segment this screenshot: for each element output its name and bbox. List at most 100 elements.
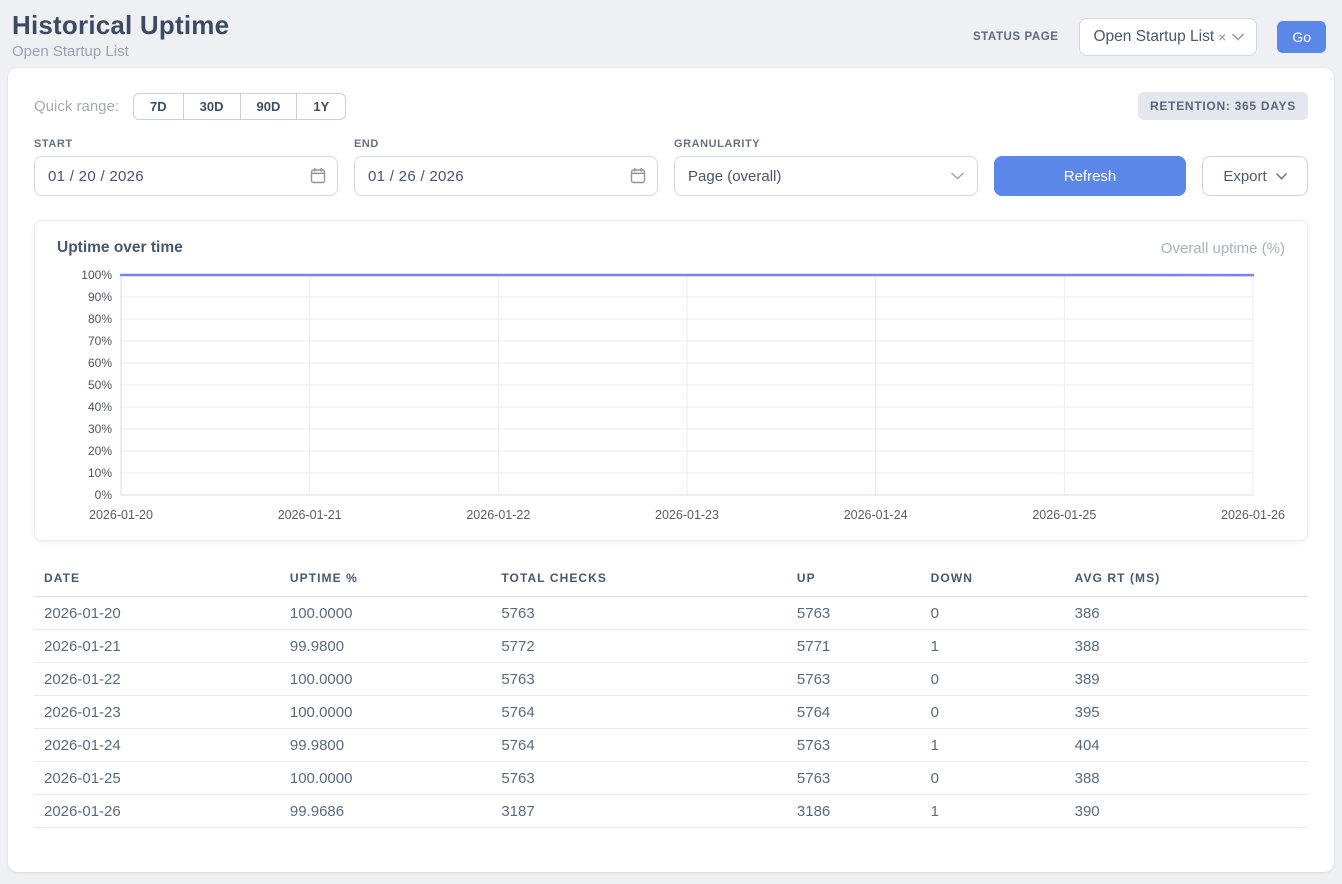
table-cell: 100.0000: [280, 663, 491, 696]
refresh-button[interactable]: Refresh: [994, 156, 1186, 196]
uptime-table: DATEUPTIME %TOTAL CHECKSUPDOWNAVG RT (MS…: [34, 565, 1308, 828]
svg-text:2026-01-20: 2026-01-20: [89, 508, 153, 522]
svg-text:2026-01-24: 2026-01-24: [844, 508, 908, 522]
table-row: 2026-01-23100.0000576457640395: [34, 696, 1308, 729]
granularity-select[interactable]: Page (overall): [674, 156, 978, 196]
uptime-chart: 0%10%20%30%40%50%60%70%80%90%100%2026-01…: [57, 265, 1285, 529]
svg-text:70%: 70%: [88, 334, 112, 348]
table-cell: 5772: [491, 630, 787, 663]
table-cell: 2026-01-25: [34, 762, 280, 795]
table-cell: 3187: [491, 795, 787, 828]
svg-text:2026-01-21: 2026-01-21: [278, 508, 342, 522]
table-body: 2026-01-20100.00005763576303862026-01-21…: [34, 597, 1308, 828]
chart-header: Uptime over time Overall uptime (%): [57, 239, 1285, 257]
table-cell: 5763: [787, 597, 921, 630]
table-cell: 5763: [491, 597, 787, 630]
filters-fields-row: START END GRANULARITY Page (overall) Ref…: [34, 138, 1308, 196]
svg-text:2026-01-26: 2026-01-26: [1221, 508, 1285, 522]
table-cell: 389: [1065, 663, 1308, 696]
table-cell: 2026-01-21: [34, 630, 280, 663]
table-cell: 0: [921, 696, 1065, 729]
clear-selection-icon[interactable]: ×: [1218, 29, 1226, 45]
svg-text:40%: 40%: [88, 400, 112, 414]
table-cell: 100.0000: [280, 762, 491, 795]
table-cell: 390: [1065, 795, 1308, 828]
quick-range-button-7d[interactable]: 7D: [133, 93, 184, 120]
quick-range-button-30d[interactable]: 30D: [183, 93, 241, 120]
page-heading: Historical Uptime Open Startup List: [12, 10, 229, 60]
table-row: 2026-01-22100.0000576357630389: [34, 663, 1308, 696]
table-cell: 2026-01-26: [34, 795, 280, 828]
end-date-input[interactable]: [354, 156, 658, 196]
table-cell: 388: [1065, 630, 1308, 663]
table-cell: 5771: [787, 630, 921, 663]
svg-text:0%: 0%: [95, 488, 113, 502]
chart-legend: Overall uptime (%): [1161, 240, 1285, 257]
svg-text:2026-01-22: 2026-01-22: [466, 508, 530, 522]
column-header: DOWN: [921, 565, 1065, 597]
svg-text:30%: 30%: [88, 422, 112, 436]
status-page-select[interactable]: Open Startup List ×: [1079, 18, 1258, 56]
table-row: 2026-01-20100.0000576357630386: [34, 597, 1308, 630]
start-date-input[interactable]: [34, 156, 338, 196]
table-cell: 1: [921, 630, 1065, 663]
svg-text:60%: 60%: [88, 356, 112, 370]
export-button-label: Export: [1223, 168, 1266, 185]
table-row: 2026-01-2699.9686318731861390: [34, 795, 1308, 828]
column-header: AVG RT (MS): [1065, 565, 1308, 597]
topbar-right: STATUS PAGE Open Startup List × Go: [973, 18, 1326, 56]
export-button[interactable]: Export: [1202, 156, 1308, 196]
granularity-label: GRANULARITY: [674, 138, 978, 150]
table-cell: 2026-01-24: [34, 729, 280, 762]
chevron-down-icon: [1232, 33, 1244, 41]
column-header: DATE: [34, 565, 280, 597]
table-cell: 386: [1065, 597, 1308, 630]
chevron-down-icon: [951, 172, 964, 180]
retention-badge: RETENTION: 365 DAYS: [1138, 92, 1308, 120]
end-date-field: END: [354, 138, 658, 196]
table-cell: 3186: [787, 795, 921, 828]
table-cell: 2026-01-20: [34, 597, 280, 630]
go-button[interactable]: Go: [1277, 21, 1326, 53]
chevron-down-icon: [1276, 173, 1287, 180]
granularity-selected-value: Page (overall): [688, 168, 781, 185]
svg-text:50%: 50%: [88, 378, 112, 392]
table-header-row: DATEUPTIME %TOTAL CHECKSUPDOWNAVG RT (MS…: [34, 565, 1308, 597]
page-title: Historical Uptime: [12, 10, 229, 41]
start-date-label: START: [34, 138, 338, 150]
end-date-label: END: [354, 138, 658, 150]
quick-range: Quick range: 7D30D90D1Y: [34, 93, 346, 120]
table-cell: 5763: [787, 663, 921, 696]
quick-range-button-90d[interactable]: 90D: [240, 93, 298, 120]
table-cell: 2026-01-22: [34, 663, 280, 696]
table-row: 2026-01-25100.0000576357630388: [34, 762, 1308, 795]
table-cell: 1: [921, 729, 1065, 762]
column-header: UP: [787, 565, 921, 597]
column-header: UPTIME %: [280, 565, 491, 597]
svg-text:10%: 10%: [88, 466, 112, 480]
table-cell: 2026-01-23: [34, 696, 280, 729]
table-cell: 5764: [787, 696, 921, 729]
status-page-label: STATUS PAGE: [973, 31, 1059, 43]
chart-title: Uptime over time: [57, 239, 183, 257]
column-header: TOTAL CHECKS: [491, 565, 787, 597]
table-row: 2026-01-2199.9800577257711388: [34, 630, 1308, 663]
uptime-chart-card: Uptime over time Overall uptime (%) 0% 10…: [34, 220, 1308, 541]
quick-range-label: Quick range:: [34, 98, 119, 115]
svg-text:100%: 100%: [81, 268, 112, 282]
table-cell: 5763: [787, 729, 921, 762]
table-cell: 99.9800: [280, 630, 491, 663]
granularity-field: GRANULARITY Page (overall): [674, 138, 978, 196]
table-row: 2026-01-2499.9800576457631404: [34, 729, 1308, 762]
table-cell: 5763: [491, 762, 787, 795]
quick-range-button-1y[interactable]: 1Y: [296, 93, 346, 120]
svg-text:2026-01-23: 2026-01-23: [655, 508, 719, 522]
table-cell: 5763: [787, 762, 921, 795]
table-cell: 1: [921, 795, 1065, 828]
svg-text:80%: 80%: [88, 312, 112, 326]
topbar: Historical Uptime Open Startup List STAT…: [0, 0, 1342, 68]
table-cell: 5764: [491, 696, 787, 729]
status-page-selected-value: Open Startup List: [1094, 28, 1215, 46]
table-cell: 100.0000: [280, 696, 491, 729]
table-cell: 100.0000: [280, 597, 491, 630]
